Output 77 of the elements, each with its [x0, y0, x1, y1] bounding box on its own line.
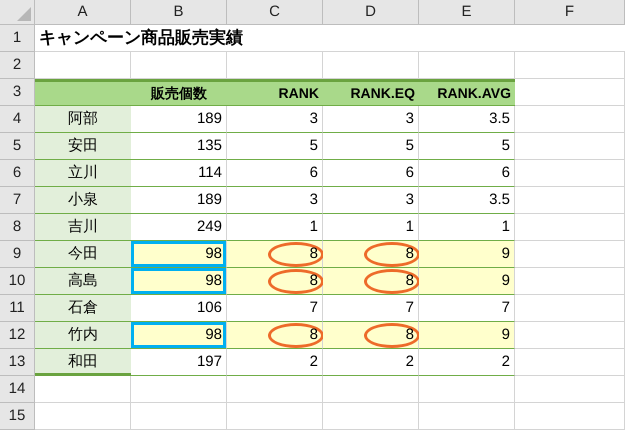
table-cell: 1 [323, 214, 419, 241]
row-number[interactable]: 11 [0, 295, 35, 322]
row-number[interactable]: 4 [0, 106, 35, 133]
table-cell: 9 [419, 268, 515, 295]
row-number[interactable]: 9 [0, 241, 35, 268]
table-cell: 7 [419, 295, 515, 322]
table-cell: 8 [227, 241, 323, 268]
table-cell: 安田 [35, 133, 131, 160]
row-number[interactable]: 14 [0, 376, 35, 403]
sheet-title: キャンペーン商品販売実績 [39, 27, 243, 50]
table-cell: 8 [323, 322, 419, 349]
row-number[interactable]: 13 [0, 349, 35, 376]
table-cell: 3.5 [419, 187, 515, 214]
column-header[interactable]: E [419, 0, 515, 25]
table-cell: 竹内 [35, 322, 131, 349]
row-number[interactable]: 12 [0, 322, 35, 349]
row-number[interactable]: 15 [0, 403, 35, 430]
table-cell: 3 [227, 187, 323, 214]
table-cell: 5 [227, 133, 323, 160]
row-number[interactable]: 7 [0, 187, 35, 214]
table-cell: 106 [131, 295, 227, 322]
header-cell: RANK [227, 79, 323, 106]
table-cell: 189 [131, 106, 227, 133]
select-all-corner[interactable] [0, 0, 35, 25]
table-cell: 1 [227, 214, 323, 241]
table-cell: 1 [419, 214, 515, 241]
table-cell: 98 [131, 268, 227, 295]
table-cell: 249 [131, 214, 227, 241]
table-cell: 8 [227, 268, 323, 295]
table-cell: 135 [131, 133, 227, 160]
row-number[interactable]: 8 [0, 214, 35, 241]
header-cell: RANK.AVG [419, 79, 515, 106]
table-cell: 小泉 [35, 187, 131, 214]
corner-triangle-icon [17, 7, 31, 21]
header-cell: 販売個数 [131, 79, 227, 106]
table-cell: 98 [131, 241, 227, 268]
table-cell: 今田 [35, 241, 131, 268]
table-cell: 立川 [35, 160, 131, 187]
table-cell: 吉川 [35, 214, 131, 241]
row-number[interactable]: 1 [0, 25, 35, 52]
table-cell: 2 [227, 349, 323, 376]
table-cell: 114 [131, 160, 227, 187]
column-header[interactable]: D [323, 0, 419, 25]
table-cell: 8 [323, 268, 419, 295]
column-header[interactable]: C [227, 0, 323, 25]
table-cell: 石倉 [35, 295, 131, 322]
table-cell: 3 [227, 106, 323, 133]
table-cell: 8 [227, 322, 323, 349]
table-cell: 5 [323, 133, 419, 160]
table-cell: 8 [323, 241, 419, 268]
column-header[interactable]: F [515, 0, 625, 25]
table-cell: 5 [419, 133, 515, 160]
row-number[interactable]: 10 [0, 268, 35, 295]
table-cell: 3 [323, 106, 419, 133]
table-cell: 9 [419, 322, 515, 349]
header-cell: RANK.EQ [323, 79, 419, 106]
column-header[interactable]: B [131, 0, 227, 25]
table-cell: 189 [131, 187, 227, 214]
column-header[interactable]: A [35, 0, 131, 25]
table-cell: 3 [323, 187, 419, 214]
table-cell: 98 [131, 322, 227, 349]
row-number[interactable]: 5 [0, 133, 35, 160]
table-cell: 7 [323, 295, 419, 322]
table-cell: 高島 [35, 268, 131, 295]
row-number[interactable]: 6 [0, 160, 35, 187]
table-cell: 6 [323, 160, 419, 187]
table-cell: 3.5 [419, 106, 515, 133]
row-number[interactable]: 3 [0, 79, 35, 106]
table-cell: 2 [323, 349, 419, 376]
table-cell: 7 [227, 295, 323, 322]
table-cell: 9 [419, 241, 515, 268]
table-cell: 阿部 [35, 106, 131, 133]
table-cell: 2 [419, 349, 515, 376]
table-cell: 6 [419, 160, 515, 187]
table-cell: 197 [131, 349, 227, 376]
row-number[interactable]: 2 [0, 52, 35, 79]
table-cell: 6 [227, 160, 323, 187]
